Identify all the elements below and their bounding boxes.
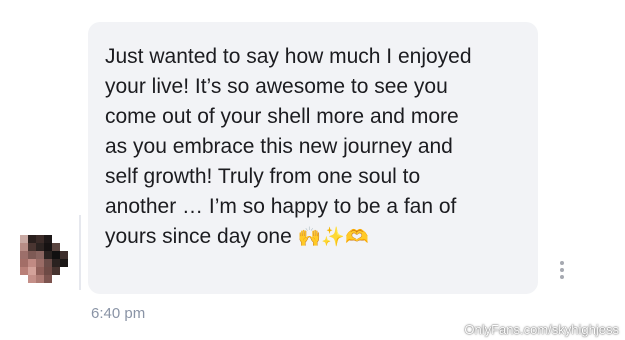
- message-bubble[interactable]: Just wanted to say how much I enjoyed yo…: [88, 22, 538, 294]
- sparkles-emoji: ✨: [321, 226, 345, 248]
- message-divider: [79, 215, 81, 290]
- message-line: Just wanted to say how much I enjoyed: [105, 45, 472, 68]
- heart-hands-emoji: 🫶: [344, 226, 369, 248]
- kebab-dot: [560, 268, 564, 272]
- message-line: self growth! Truly from one soul to: [105, 165, 421, 188]
- more-vertical-icon[interactable]: [558, 261, 566, 279]
- chat-thread: Just wanted to say how much I enjoyed yo…: [0, 0, 625, 340]
- message-line: come out of your shell more and more: [105, 105, 459, 128]
- message-line: your live! It’s so awesome to see you: [105, 75, 448, 98]
- kebab-dot: [560, 261, 564, 265]
- message-line-last: yours since day one 🙌✨🫶: [105, 222, 526, 252]
- emoji-group: 🙌✨🫶: [298, 226, 369, 248]
- message-line: yours since day one: [105, 225, 292, 248]
- message-line: another … I’m so happy to be a fan of: [105, 195, 457, 218]
- watermark: OnlyFans.com/skyhighjess: [464, 322, 619, 337]
- kebab-dot: [560, 275, 564, 279]
- sender-avatar[interactable]: [20, 235, 68, 283]
- raised-hands-emoji: 🙌: [297, 226, 322, 248]
- message-timestamp: 6:40 pm: [91, 305, 146, 322]
- message-line: as you embrace this new journey and: [105, 135, 453, 158]
